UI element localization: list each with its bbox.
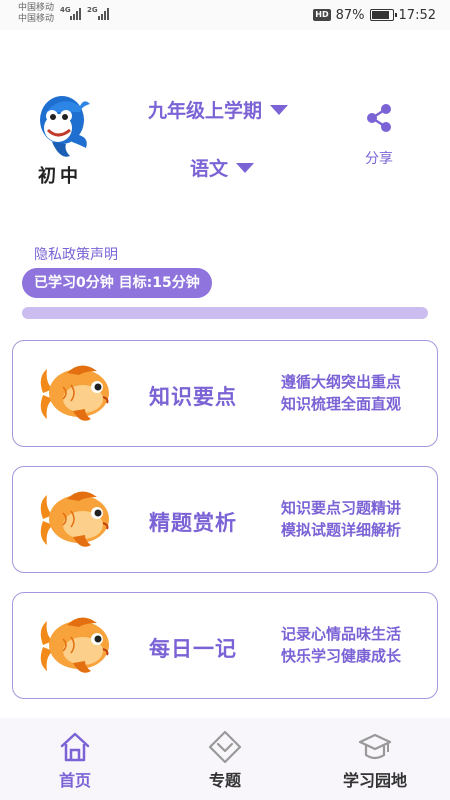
card-knowledge-points[interactable]: 知识要点 遵循大纲突出重点 知识梳理全面直观 <box>12 340 438 447</box>
signal-icon <box>96 8 110 20</box>
card-desc-line: 模拟试题详细解析 <box>281 521 402 539</box>
clock: 17:52 <box>398 7 436 23</box>
nav-tab-study-garden[interactable]: 学习园地 <box>300 718 450 800</box>
nav-tab-home[interactable]: 首页 <box>0 718 150 800</box>
nav-label: 专题 <box>208 771 241 790</box>
card-description: 知识要点习题精讲 模拟试题详细解析 <box>281 497 401 541</box>
grade-select[interactable]: 九年级上学期 <box>148 96 289 123</box>
carrier-1: 中国移动 <box>18 3 55 13</box>
nav-label: 首页 <box>58 771 91 790</box>
card-desc-line: 知识梳理全面直观 <box>281 395 402 413</box>
study-progress-bar <box>22 307 428 319</box>
nav-tab-topics[interactable]: 专题 <box>150 718 300 800</box>
graduation-cap-icon <box>358 733 392 760</box>
status-bar: 中国移动 中国移动 4G 2G HD 87% 17:52 <box>0 0 450 30</box>
logo-text: 初中 <box>38 166 82 187</box>
goldfish-icon <box>40 491 109 547</box>
study-time-badge: 已学习0分钟 目标:15分钟 <box>22 268 212 298</box>
triangle-down-icon <box>270 104 289 115</box>
bottom-nav: 首页 专题 学习园地 <box>0 718 450 800</box>
nav-label: 学习园地 <box>342 771 407 790</box>
carrier-labels: 中国移动 中国移动 <box>18 3 54 25</box>
card-daily-journal[interactable]: 每日一记 记录心情品味生活 快乐学习健康成长 <box>12 592 438 699</box>
card-desc-line: 遵循大纲突出重点 <box>281 373 402 391</box>
card-description: 遵循大纲突出重点 知识梳理全面直观 <box>281 371 401 415</box>
carrier-2: 中国移动 <box>18 14 55 24</box>
signal-icon <box>68 8 82 20</box>
share-button[interactable]: 分享 <box>356 102 402 168</box>
card-desc-line: 快乐学习健康成长 <box>281 647 402 665</box>
hd-badge: HD <box>313 9 331 21</box>
diamond-icon <box>208 730 242 764</box>
card-title: 每日一记 <box>149 637 237 661</box>
share-label: 分享 <box>365 151 393 167</box>
card-exercise-analysis[interactable]: 精题赏析 知识要点习题精讲 模拟试题详细解析 <box>12 466 438 573</box>
goldfish-icon <box>40 365 109 421</box>
grade-select-value: 九年级上学期 <box>148 100 263 122</box>
triangle-down-icon <box>236 162 255 173</box>
card-description: 记录心情品味生活 快乐学习健康成长 <box>281 623 401 667</box>
card-title: 知识要点 <box>149 385 237 409</box>
privacy-policy-link[interactable]: 隐私政策声明 <box>34 244 118 264</box>
card-title: 精题赏析 <box>149 511 237 535</box>
share-icon <box>367 104 391 132</box>
home-icon <box>60 732 90 762</box>
card-desc-line: 知识要点习题精讲 <box>281 499 402 517</box>
subject-select-value: 语文 <box>190 158 229 180</box>
status-right: HD 87% 17:52 <box>313 6 436 24</box>
battery-icon <box>369 9 397 21</box>
subject-select[interactable]: 语文 <box>190 154 255 181</box>
goldfish-icon <box>40 617 109 673</box>
card-desc-line: 记录心情品味生活 <box>281 625 402 643</box>
battery-percent: 87% <box>335 7 365 23</box>
